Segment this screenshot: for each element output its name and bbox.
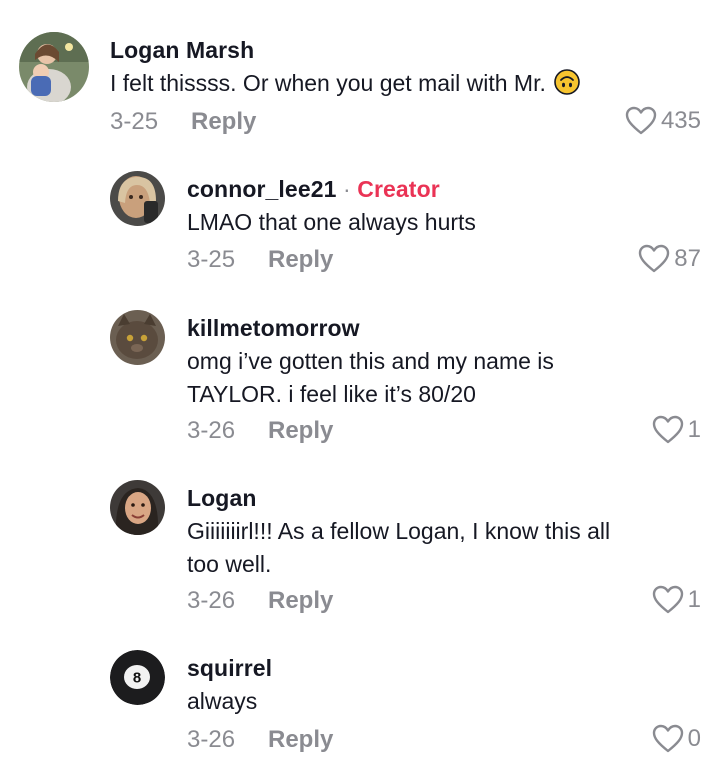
comment-text-line: TAYLOR. i feel like it’s 80/20	[187, 381, 476, 407]
like-button[interactable]: 1	[652, 415, 701, 445]
comment-date: 3-26	[187, 726, 236, 753]
avatar[interactable]	[19, 32, 89, 102]
heart-icon	[625, 106, 657, 135]
like-count: 435	[660, 107, 701, 134]
heart-icon	[639, 244, 670, 273]
comment-text-line: I felt thissss. Or when you get mail wit…	[110, 70, 546, 96]
avatar[interactable]	[110, 480, 165, 535]
username[interactable]: Logan Marsh	[110, 37, 254, 64]
comment-text-line: Giiiiiiirl!!! As a fellow Logan, I know …	[187, 518, 611, 544]
comment-date: 3-26	[187, 587, 236, 614]
comment-text: I felt thissss. Or when you get mail wit…	[110, 67, 580, 100]
like-button[interactable]: 87	[638, 244, 701, 274]
heart-icon	[652, 415, 683, 444]
username-row: connor_lee21 · Creator	[187, 176, 440, 203]
heart-icon	[652, 724, 683, 753]
comment-date: 3-26	[187, 417, 236, 444]
heart-icon	[652, 585, 683, 614]
like-button[interactable]: 1	[652, 585, 701, 615]
reply-button[interactable]: Reply	[191, 108, 256, 136]
comment-text-line: omg i’ve gotten this and my name is	[187, 348, 554, 374]
like-count: 1	[687, 416, 701, 443]
comment-text: always	[187, 685, 257, 718]
reply-button[interactable]: Reply	[268, 246, 333, 274]
comment-date: 3-25	[110, 108, 159, 135]
reply-button[interactable]: Reply	[268, 587, 333, 615]
avatar[interactable]	[110, 171, 165, 226]
reply-button[interactable]: Reply	[268, 726, 333, 754]
reply-button[interactable]: Reply	[268, 417, 333, 445]
comment-text-line: LMAO that one always hurts	[187, 209, 476, 235]
avatar[interactable]	[110, 310, 165, 365]
comment-text: Giiiiiiirl!!! As a fellow Logan, I know …	[187, 515, 610, 581]
comment-text-line: always	[187, 688, 258, 714]
like-count: 0	[687, 725, 701, 752]
eight-ball-icon: 8	[110, 650, 165, 705]
separator-dot: ·	[343, 176, 351, 202]
like-button[interactable]: 435	[625, 106, 701, 136]
username[interactable]: killmetomorrow	[187, 315, 360, 342]
username[interactable]: squirrel	[187, 655, 272, 682]
comment-text: omg i’ve gotten this and my name is TAYL…	[187, 345, 554, 411]
creator-badge: Creator	[357, 176, 440, 202]
avatar[interactable]: 8	[110, 650, 165, 705]
username[interactable]: Logan	[187, 485, 257, 512]
like-count: 87	[674, 245, 701, 272]
comment-date: 3-25	[187, 246, 236, 273]
svg-text:8: 8	[133, 670, 141, 687]
like-count: 1	[687, 586, 701, 613]
comment-text-line: too well.	[187, 551, 272, 577]
upside-down-face-emoji-icon	[554, 69, 580, 95]
like-button[interactable]: 0	[652, 724, 701, 754]
comment-text: LMAO that one always hurts	[187, 206, 476, 239]
username[interactable]: connor_lee21	[187, 176, 337, 202]
